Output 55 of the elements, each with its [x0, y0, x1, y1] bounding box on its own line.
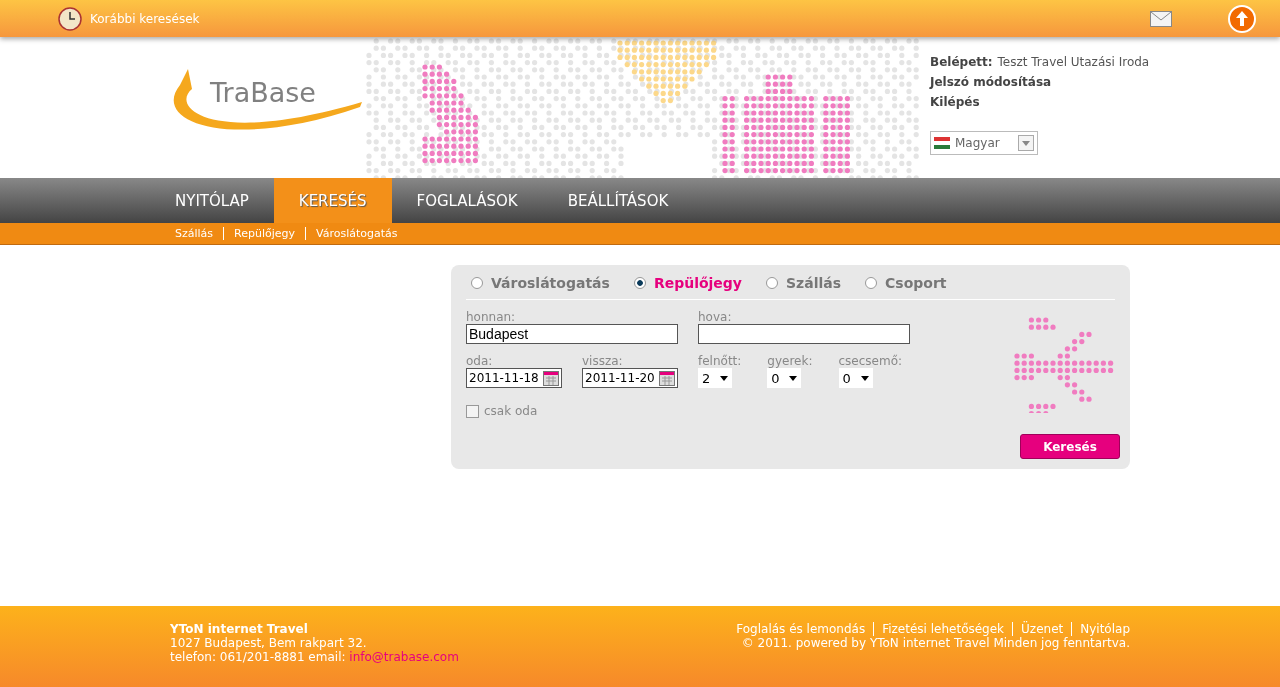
- count-select[interactable]: 0: [767, 368, 802, 388]
- subnav-link[interactable]: Szállás: [165, 227, 224, 240]
- one-way-checkbox-label[interactable]: csak oda: [466, 404, 1115, 418]
- user-name: Teszt Travel Utazási Iroda: [997, 55, 1150, 69]
- calendar-icon[interactable]: [659, 370, 675, 386]
- nav-tab[interactable]: BEÁLLÍTÁSOK: [542, 178, 694, 223]
- search-type-option[interactable]: Szállás: [766, 275, 842, 291]
- radio-button[interactable]: [865, 277, 878, 289]
- date-input[interactable]: 2011-11-20: [582, 368, 678, 388]
- clock-icon: [58, 6, 82, 31]
- caret-icon: [860, 375, 869, 381]
- field-label: honnan:: [466, 310, 517, 324]
- calendar-icon[interactable]: [543, 370, 559, 386]
- search-button[interactable]: Keresés: [1020, 434, 1120, 459]
- subnav-link[interactable]: Repülőjegy: [223, 227, 306, 240]
- search-type-option[interactable]: Városlátogatás: [471, 275, 610, 291]
- from-input[interactable]: Budapest: [466, 324, 678, 344]
- footer-link[interactable]: Nyitólap: [1071, 622, 1130, 636]
- flag-icon: [934, 137, 950, 149]
- nav-tab[interactable]: FOGLALÁSOK: [391, 178, 543, 223]
- checkbox[interactable]: [466, 404, 479, 418]
- language-select[interactable]: Magyar: [930, 131, 1038, 155]
- subnav-link[interactable]: Városlátogatás: [305, 227, 408, 240]
- mail-icon[interactable]: [1150, 10, 1172, 27]
- radio-button[interactable]: [633, 277, 646, 289]
- caret-icon: [720, 375, 728, 381]
- footer-link[interactable]: Fizetési lehetőségek: [873, 622, 1013, 636]
- footer-link[interactable]: Üzenet: [1012, 622, 1072, 636]
- field-label: vissza:: [582, 354, 624, 368]
- address-text: 1027 Budapest, Bem rakpart 32.: [170, 636, 368, 650]
- account-link[interactable]: Jelszó módosítása: [930, 75, 1150, 89]
- field-label: hova:: [698, 310, 733, 324]
- account-link[interactable]: Kilépés: [930, 95, 1150, 109]
- logged-in-label: Belépett:: [930, 55, 993, 69]
- footer-link[interactable]: Foglalás és lemondás: [728, 622, 874, 636]
- to-input[interactable]: [698, 324, 910, 344]
- email-link[interactable]: info@trabase.com: [349, 650, 459, 664]
- company-name: YToN internet Travel: [170, 622, 309, 636]
- nav-tab[interactable]: KERESÉS: [273, 178, 392, 223]
- radio-button[interactable]: [471, 277, 483, 289]
- contact-text: telefon: 061/201-8881 email: info@trabase.com: [170, 650, 459, 664]
- count-select[interactable]: 2: [698, 368, 732, 388]
- field-label: gyerek:: [767, 354, 813, 368]
- field-label: felnőtt:: [698, 354, 742, 368]
- field-label: oda:: [466, 354, 494, 368]
- nav-tab[interactable]: NYITÓLAP: [150, 178, 274, 223]
- field-label: csecsemő:: [838, 354, 903, 368]
- date-input[interactable]: 2011-11-18: [466, 368, 562, 388]
- count-select[interactable]: 0: [838, 368, 873, 388]
- caret-icon: [789, 375, 798, 381]
- logo-text: TraBase: [210, 77, 316, 108]
- search-type-option[interactable]: Repülőjegy: [633, 275, 742, 291]
- copyright-text: © 2011. powered by YToN internet Travel Minden jog fenntartva.: [741, 636, 1130, 650]
- search-type-option[interactable]: Csoport: [865, 275, 947, 291]
- radio-button[interactable]: [766, 277, 778, 289]
